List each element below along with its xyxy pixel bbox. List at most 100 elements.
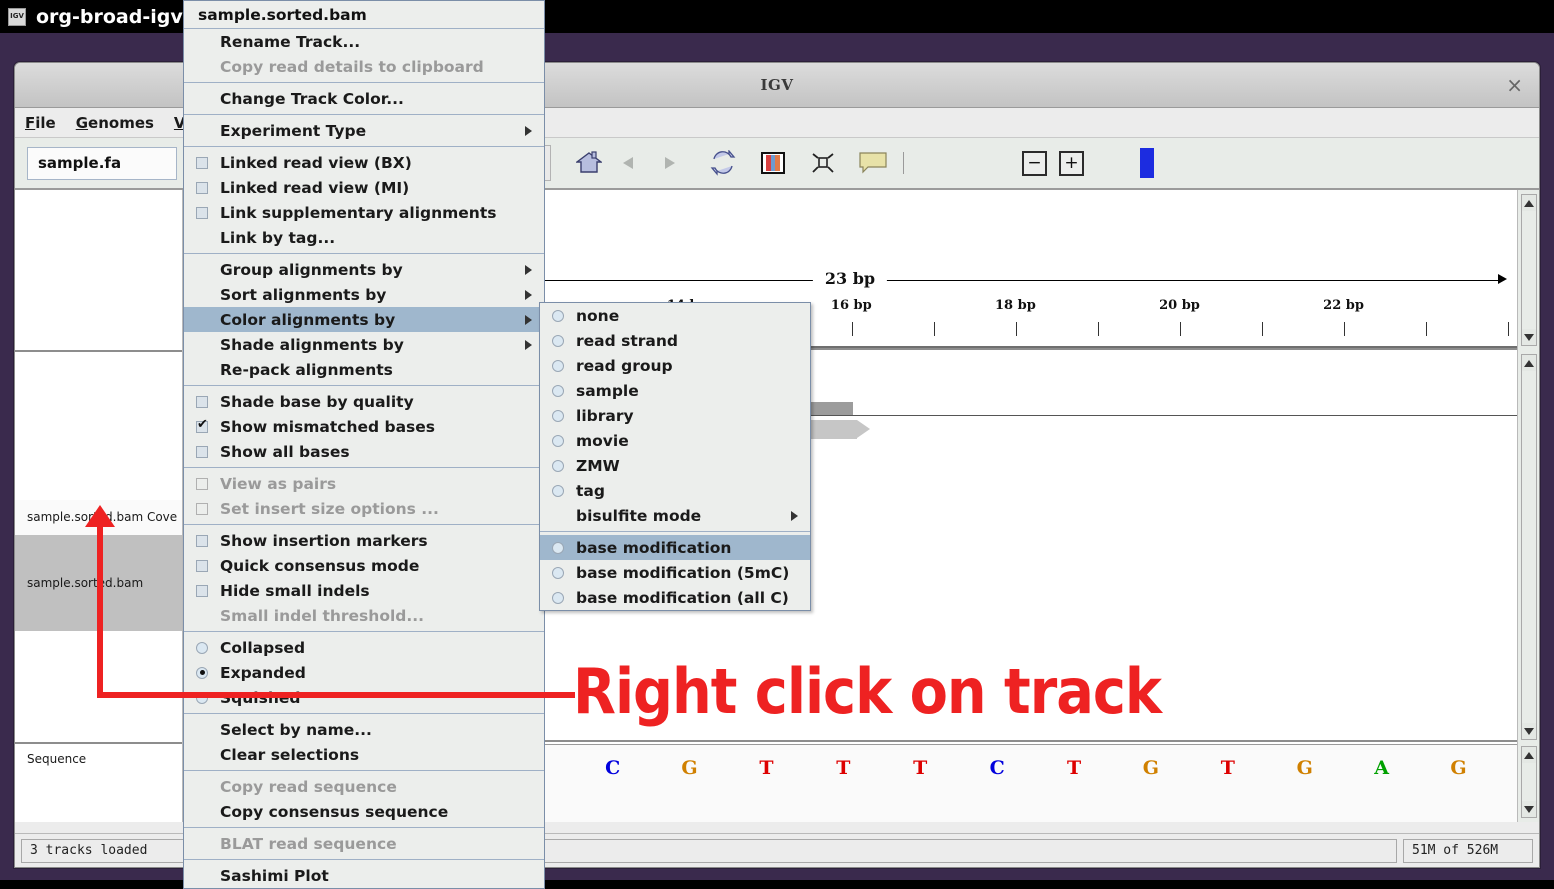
menu-item[interactable]: Quick consensus mode xyxy=(184,553,544,578)
menu-item: Small indel threshold... xyxy=(184,603,544,628)
menu-separator xyxy=(184,524,544,525)
menu-item: Copy read details to clipboard xyxy=(184,54,544,79)
close-icon[interactable]: × xyxy=(1506,75,1523,95)
back-arrow-icon[interactable] xyxy=(609,143,649,183)
igv-app-icon: IGV xyxy=(8,7,26,26)
menu-item[interactable]: Shade base by quality xyxy=(184,389,544,414)
menu-item[interactable]: Link supplementary alignments xyxy=(184,200,544,225)
scroll-down-icon[interactable] xyxy=(1522,801,1536,817)
menu-item[interactable]: Expanded xyxy=(184,660,544,685)
menu-item-radio xyxy=(552,409,576,422)
menu-item-radio xyxy=(196,666,220,679)
menu-item[interactable]: Group alignments by xyxy=(184,257,544,282)
sequence-base: T xyxy=(913,757,928,779)
menu-item[interactable]: bisulfite mode xyxy=(540,503,810,528)
menu-item[interactable]: Color alignments by xyxy=(184,307,544,332)
context-menu-header: sample.sorted.bam xyxy=(184,1,544,29)
track-name-alignment-label: sample.sorted.bam xyxy=(27,576,144,590)
menu-item[interactable]: base modification (5mC) xyxy=(540,560,810,585)
menu-item[interactable]: none xyxy=(540,303,810,328)
menu-item[interactable]: Re-pack alignments xyxy=(184,357,544,382)
span-label: 23 bp xyxy=(812,269,888,288)
menu-item[interactable]: Experiment Type xyxy=(184,118,544,143)
menu-item[interactable]: Show all bases xyxy=(184,439,544,464)
ruler-tick xyxy=(1262,322,1264,336)
menu-item-label: BLAT read sequence xyxy=(220,834,397,853)
zoom-out-button[interactable]: − xyxy=(1022,150,1047,176)
menu-genomes[interactable]: Genomes xyxy=(76,114,154,132)
region-tool-icon[interactable] xyxy=(753,143,793,183)
menu-file[interactable]: File xyxy=(25,114,56,132)
menu-item[interactable]: Change Track Color... xyxy=(184,86,544,111)
zoom-level-slider[interactable] xyxy=(1140,148,1154,178)
menu-item[interactable]: Sort alignments by xyxy=(184,282,544,307)
menu-item-label: sample xyxy=(576,381,639,400)
alignment-scrollbar[interactable] xyxy=(1521,354,1537,740)
zoom-in-button[interactable]: + xyxy=(1059,150,1084,176)
menu-item[interactable]: read strand xyxy=(540,328,810,353)
menu-item[interactable]: Hide small indels xyxy=(184,578,544,603)
radio-icon xyxy=(196,641,208,654)
fit-to-window-icon[interactable] xyxy=(803,143,843,183)
status-memory: 51M of 526M xyxy=(1403,838,1533,863)
menu-separator xyxy=(184,385,544,386)
menu-item[interactable]: Show mismatched bases xyxy=(184,414,544,439)
menu-item-radio xyxy=(196,641,220,654)
menu-item[interactable]: Link by tag... xyxy=(184,225,544,250)
home-icon[interactable] xyxy=(569,143,609,183)
scroll-down-icon[interactable] xyxy=(1522,723,1536,739)
menu-item[interactable]: movie xyxy=(540,428,810,453)
submenu-arrow-icon xyxy=(525,125,532,136)
menu-item-label: Collapsed xyxy=(220,638,306,657)
annotation-arrow-horizontal xyxy=(100,692,575,698)
menu-item-label: Quick consensus mode xyxy=(220,556,420,575)
os-app-title: org-broad-igv-u xyxy=(36,5,205,28)
menu-item[interactable]: Sashimi Plot xyxy=(184,863,544,888)
checkbox-icon xyxy=(196,584,208,597)
scroll-up-icon[interactable] xyxy=(1522,355,1536,371)
sequence-base: T xyxy=(1066,757,1082,779)
menu-item[interactable]: Collapsed xyxy=(184,635,544,660)
menu-separator xyxy=(184,827,544,828)
menu-item[interactable]: Copy consensus sequence xyxy=(184,799,544,824)
menu-item[interactable]: Linked read view (BX) xyxy=(184,150,544,175)
sequence-scrollbar[interactable] xyxy=(1521,746,1537,818)
menu-item[interactable]: base modification (all C) xyxy=(540,585,810,610)
menu-item[interactable]: ZMW xyxy=(540,453,810,478)
menu-item[interactable]: Show insertion markers xyxy=(184,528,544,553)
forward-arrow-icon[interactable] xyxy=(649,143,689,183)
menu-item[interactable]: Clear selections xyxy=(184,742,544,767)
annotation-arrow-vertical xyxy=(97,520,103,698)
scroll-up-icon[interactable] xyxy=(1522,195,1536,211)
track-name-sequence[interactable]: Sequence xyxy=(15,744,182,774)
ruler-tick-label: 16 bp xyxy=(830,298,872,313)
menu-item[interactable]: Select by name... xyxy=(184,717,544,742)
menu-item[interactable]: Linked read view (MI) xyxy=(184,175,544,200)
menu-item-radio xyxy=(552,359,576,372)
menu-item[interactable]: read group xyxy=(540,353,810,378)
scroll-up-icon[interactable] xyxy=(1522,747,1536,763)
divider xyxy=(15,350,182,352)
radio-icon xyxy=(552,409,564,422)
menu-item[interactable]: base modification xyxy=(540,535,810,560)
menu-item-checkbox xyxy=(196,206,220,219)
menu-item: Set insert size options ... xyxy=(184,496,544,521)
menu-item-label: Clear selections xyxy=(220,745,360,764)
ruler-tick xyxy=(1426,322,1428,336)
menu-item[interactable]: Rename Track... xyxy=(184,29,544,54)
ruler-scrollbar[interactable] xyxy=(1521,194,1537,346)
menu-item-checkbox xyxy=(196,156,220,169)
menu-item[interactable]: library xyxy=(540,403,810,428)
menu-item-checkbox xyxy=(196,445,220,458)
menu-item[interactable]: sample xyxy=(540,378,810,403)
refresh-icon[interactable] xyxy=(703,143,743,183)
menu-item-label: Sashimi Plot xyxy=(220,866,329,885)
radio-icon xyxy=(552,591,564,604)
radio-icon xyxy=(552,484,564,497)
scroll-down-icon[interactable] xyxy=(1522,329,1536,345)
menu-item[interactable]: tag xyxy=(540,478,810,503)
tooltip-icon[interactable] xyxy=(853,143,893,183)
genome-selector[interactable]: sample.fa xyxy=(27,146,177,180)
menu-item[interactable]: Shade alignments by xyxy=(184,332,544,357)
menu-item-label: Hide small indels xyxy=(220,581,370,600)
